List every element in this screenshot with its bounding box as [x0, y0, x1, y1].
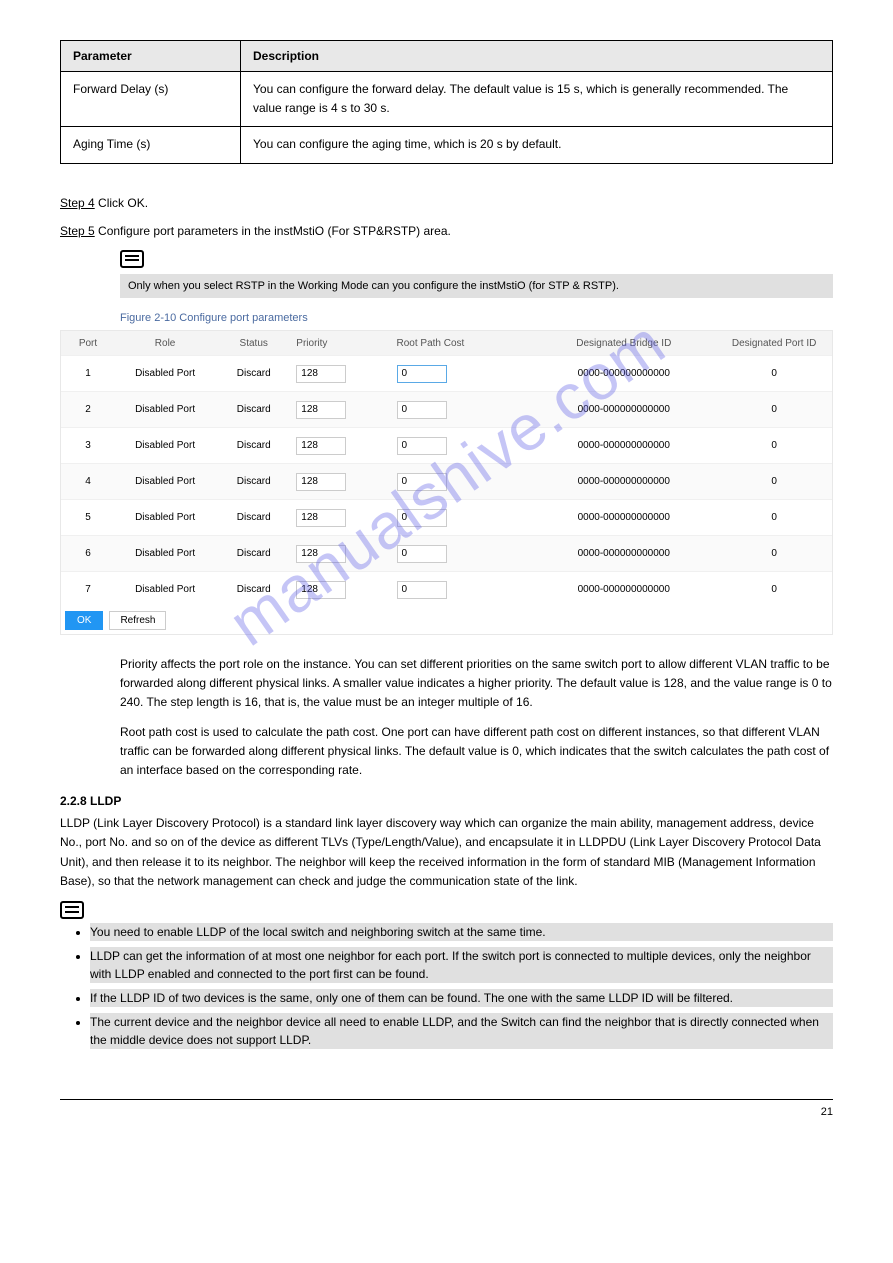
ok-button[interactable]: OK [65, 611, 103, 630]
col-header-description: Description [241, 41, 833, 72]
col-header-parameter: Parameter [61, 41, 241, 72]
col-priority: Priority [292, 338, 392, 349]
table-row: 4Disabled PortDiscard 0000-0000000000000 [61, 463, 832, 499]
col-status: Status [215, 338, 292, 349]
root-path-cost-input[interactable] [397, 437, 447, 455]
list-item: You need to enable LLDP of the local swi… [90, 923, 833, 941]
table-row: 2Disabled PortDiscard 0000-0000000000000 [61, 391, 832, 427]
param-desc: You can configure the forward delay. The… [241, 72, 833, 127]
root-path-cost-input[interactable] [397, 401, 447, 419]
root-path-cost-input[interactable] [397, 365, 447, 383]
cell-bridge-id: 0000-000000000000 [531, 512, 716, 523]
step-number: Step 4 [60, 196, 95, 210]
cell-role: Disabled Port [115, 512, 215, 523]
cell-status: Discard [215, 404, 292, 415]
param-name: Aging Time (s) [61, 127, 241, 163]
col-root-path-cost: Root Path Cost [393, 338, 532, 349]
cell-port: 7 [61, 584, 115, 595]
cell-role: Disabled Port [115, 440, 215, 451]
table-row: 3Disabled PortDiscard 0000-0000000000000 [61, 427, 832, 463]
table-row: 6Disabled PortDiscard 0000-0000000000000 [61, 535, 832, 571]
table-row: 5Disabled PortDiscard 0000-0000000000000 [61, 499, 832, 535]
col-port: Port [61, 338, 115, 349]
root-path-cost-input[interactable] [397, 545, 447, 563]
param-name: Forward Delay (s) [61, 72, 241, 127]
refresh-button[interactable]: Refresh [109, 611, 166, 630]
step-text: Configure port parameters in the instMst… [98, 224, 451, 238]
cell-dport: 0 [716, 440, 832, 451]
table-row: 1Disabled PortDiscard 0000-0000000000000 [61, 355, 832, 391]
cell-status: Discard [215, 440, 292, 451]
cell-bridge-id: 0000-000000000000 [531, 368, 716, 379]
col-designated-port: Designated Port ID [716, 338, 832, 349]
cell-bridge-id: 0000-000000000000 [531, 440, 716, 451]
cell-role: Disabled Port [115, 404, 215, 415]
note-icon [60, 901, 84, 919]
cell-bridge-id: 0000-000000000000 [531, 548, 716, 559]
cell-port: 3 [61, 440, 115, 451]
cell-status: Discard [215, 512, 292, 523]
page-number: 21 [60, 1099, 833, 1118]
port-params-table: Port Role Status Priority Root Path Cost… [60, 330, 833, 635]
lldp-intro: LLDP (Link Layer Discovery Protocol) is … [60, 814, 833, 891]
cell-port: 5 [61, 512, 115, 523]
cell-dport: 0 [716, 584, 832, 595]
root-path-cost-input[interactable] [397, 509, 447, 527]
cell-port: 4 [61, 476, 115, 487]
cell-dport: 0 [716, 512, 832, 523]
cell-role: Disabled Port [115, 584, 215, 595]
cell-status: Discard [215, 548, 292, 559]
root-path-cost-desc: Root path cost is used to calculate the … [120, 723, 833, 781]
lldp-notes-list: You need to enable LLDP of the local swi… [90, 923, 833, 1049]
cell-status: Discard [215, 584, 292, 595]
cell-role: Disabled Port [115, 368, 215, 379]
table-row: Forward Delay (s) You can configure the … [61, 72, 833, 127]
table-row: 7Disabled PortDiscard 0000-0000000000000 [61, 571, 832, 607]
cell-port: 2 [61, 404, 115, 415]
priority-desc: Priority affects the port role on the in… [120, 655, 833, 713]
note-icon [120, 250, 144, 268]
priority-input[interactable] [296, 545, 346, 563]
cell-dport: 0 [716, 368, 832, 379]
param-desc: You can configure the aging time, which … [241, 127, 833, 163]
figure-caption: Figure 2-10 Configure port parameters [120, 312, 833, 324]
priority-input[interactable] [296, 509, 346, 527]
priority-input[interactable] [296, 365, 346, 383]
step-number: Step 5 [60, 224, 95, 238]
parameter-table: Parameter Description Forward Delay (s) … [60, 40, 833, 164]
col-bridge-id: Designated Bridge ID [531, 338, 716, 349]
cell-bridge-id: 0000-000000000000 [531, 476, 716, 487]
cell-bridge-id: 0000-000000000000 [531, 584, 716, 595]
list-item: The current device and the neighbor devi… [90, 1013, 833, 1049]
table-row: Aging Time (s) You can configure the agi… [61, 127, 833, 163]
root-path-cost-input[interactable] [397, 581, 447, 599]
cell-dport: 0 [716, 404, 832, 415]
cell-role: Disabled Port [115, 476, 215, 487]
cell-dport: 0 [716, 548, 832, 559]
cell-status: Discard [215, 368, 292, 379]
col-role: Role [115, 338, 215, 349]
priority-input[interactable] [296, 401, 346, 419]
priority-input[interactable] [296, 581, 346, 599]
cell-bridge-id: 0000-000000000000 [531, 404, 716, 415]
priority-input[interactable] [296, 437, 346, 455]
cell-status: Discard [215, 476, 292, 487]
cell-port: 1 [61, 368, 115, 379]
list-item: If the LLDP ID of two devices is the sam… [90, 989, 833, 1007]
step-list: Step 4 Click OK. Step 5 Configure port p… [60, 194, 833, 240]
cell-dport: 0 [716, 476, 832, 487]
cell-port: 6 [61, 548, 115, 559]
cell-role: Disabled Port [115, 548, 215, 559]
step-text: Click OK. [98, 196, 148, 210]
section-title: 2.2.8 LLDP [60, 794, 833, 808]
root-path-cost-input[interactable] [397, 473, 447, 491]
note-text: Only when you select RSTP in the Working… [120, 274, 833, 299]
list-item: LLDP can get the information of at most … [90, 947, 833, 983]
priority-input[interactable] [296, 473, 346, 491]
